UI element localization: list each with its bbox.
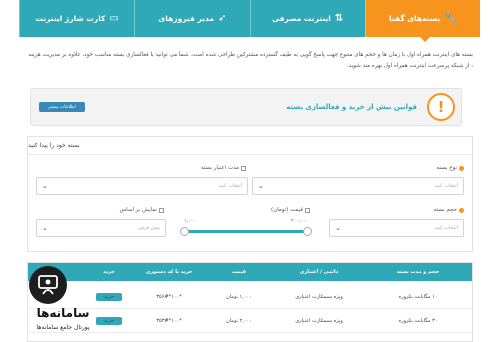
wrench-icon: 🔧 [444,13,457,24]
validity-label: مدت اعتبار بسته [201,165,246,171]
chevron-down-icon: ⌄ [258,182,264,190]
sort-label: نمایش بر اساس [119,207,164,213]
tab-charge-card[interactable]: ▭ کارت شارژ اینترنت [19,0,134,37]
chevron-down-icon: ⌄ [42,182,48,190]
bullet-icon [459,165,464,171]
package-type-select[interactable]: انتخاب کنید ⌄ [252,177,464,195]
checkbox-icon [241,165,246,171]
exclamation-icon: ! [427,93,455,121]
volume-select[interactable]: انتخاب کنید ⌄ [329,219,464,237]
rules-notice: ! قوانین بیش از خرید و فعالسازی بسته اطل… [30,88,462,126]
active-tab-pointer [420,37,430,42]
package-tabs: 🔧 بسته‌های گفتا ⇅ اینترنت مصرفی ➶ مدیر ف… [19,0,480,37]
header-price: قیمت [232,269,246,275]
package-name: ۳۰ مگابایت یکروزه [398,317,438,324]
package-type: ویژه سیمکارت اعتباری [295,317,343,324]
tab-usage-internet[interactable]: ⇅ اینترنت مصرفی [249,0,365,37]
sort-select[interactable]: پیش فرض ⌄ [36,219,166,237]
tab-label: مدیر فیروزهای [158,14,214,23]
volume-label: حجم بسته [434,207,464,213]
package-name: ۱۰ مگابایت یکروزه [398,293,438,300]
intro-text: بسته های اینترنت همراه اول با زمان ها و … [28,52,473,69]
package-type-label: نوع بسته [437,165,464,171]
tab-label: بسته‌های گفتا [389,14,441,23]
checkbox-icon [305,207,310,213]
slider-min-handle[interactable] [180,227,189,236]
chevron-down-icon: ⌄ [42,224,48,232]
package-price: ۱,۰۰۰ تومان [226,293,252,300]
ussd-code: *۱۰۰*۳۵۶# [156,293,182,300]
price-max-value: ۲۰۰,۰۰۰ [291,219,308,224]
updown-arrows-icon: ⇅ [334,13,344,24]
watermark-name: سامانه‌ها [36,306,90,320]
card-icon: ▭ [109,13,119,24]
bullet-icon [459,207,464,213]
rocket-icon: ➶ [217,13,227,24]
more-info-button[interactable]: اطلاعات بیشتر [39,102,85,112]
finder-title: بسته خود را پیدا کنید [28,137,472,155]
chevron-down-icon: ⌄ [335,224,341,232]
rules-title: قوانین بیش از خرید و فعالسازی بسته [286,103,417,111]
package-type: ویژه سیمکارت اعتباری [295,293,343,300]
watermark-logo: سامانه‌ها پورتال جامع سامانه‌ها [23,262,103,342]
price-range-slider[interactable]: ۱,۰۰۰ ۲۰۰,۰۰۰ [180,219,312,237]
tab-turquoise-manager[interactable]: ➶ مدیر فیروزهای [134,0,249,37]
price-label: قیمت (تومان) [271,207,310,213]
header-name: حجم و مدت بسته [396,269,440,275]
tab-label: کارت شارژ اینترنت [35,14,106,23]
presenter-icon [29,266,67,304]
package-finder: بسته خود را پیدا کنید نوع بسته انتخاب کن… [27,136,473,252]
watermark-subtitle: پورتال جامع سامانه‌ها [36,324,90,331]
slider-fill [184,230,308,233]
tab-label: اینترنت مصرفی [272,14,331,23]
ussd-code: *۱۰۰*۳۵۳# [156,317,182,324]
validity-select[interactable]: انتخاب کنید ⌄ [36,177,248,195]
header-type: دائمی / اعتباری [299,269,339,275]
header-code: خرید با کد دستوری [145,269,193,275]
package-price: ۲,۰۰۰ تومان [226,317,252,324]
price-min-value: ۱,۰۰۰ [184,219,196,224]
checkbox-icon [159,207,164,213]
tab-packages[interactable]: 🔧 بسته‌های گفتا [364,0,480,37]
slider-max-handle[interactable] [303,227,312,236]
